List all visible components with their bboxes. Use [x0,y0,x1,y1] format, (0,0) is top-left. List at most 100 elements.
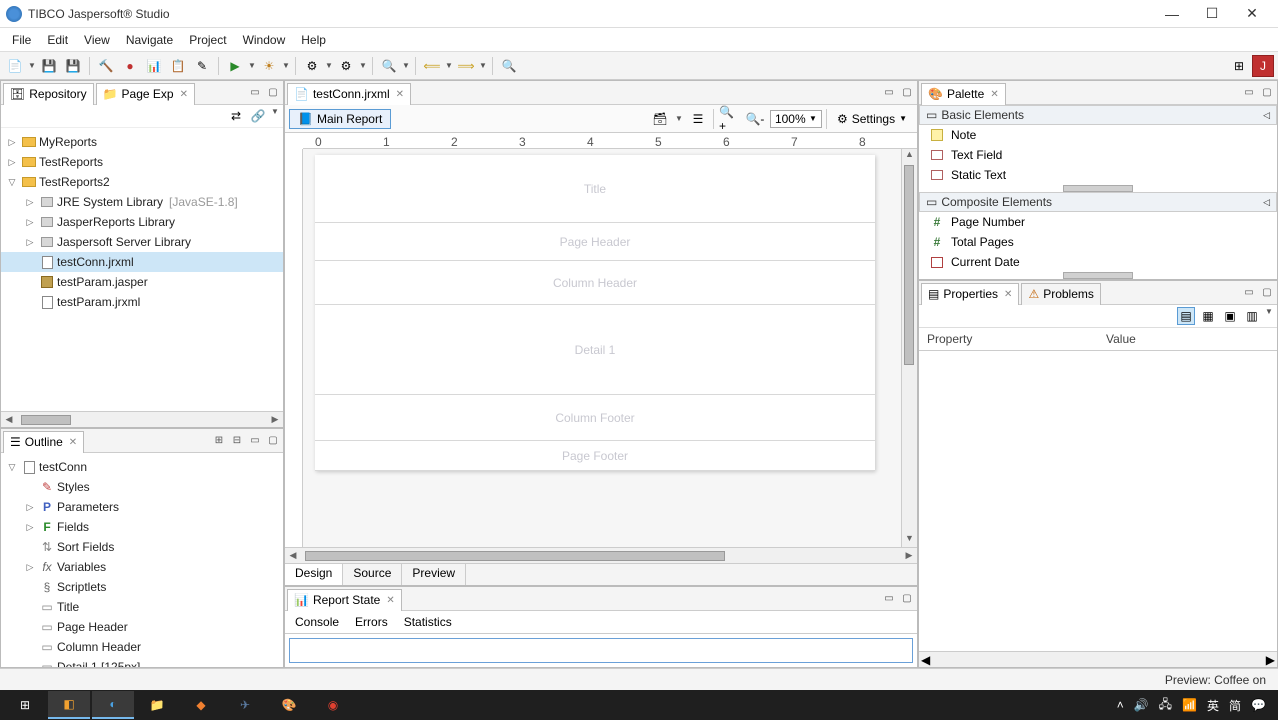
zoom-in-button[interactable]: 🔍+ [718,108,740,130]
band-page-footer[interactable]: Page Footer [315,441,875,471]
palette-section-composite[interactable]: ▭ Composite Elements ◁ [919,192,1277,212]
tree-row[interactable]: ▽TestReports2 [1,172,283,192]
perspective-open-button[interactable]: ⊞ [1228,55,1250,77]
twisty-icon[interactable]: ▷ [5,157,19,168]
menu-navigate[interactable]: Navigate [118,31,181,49]
minimize-panel-button[interactable]: ▭ [247,434,263,448]
menu-project[interactable]: Project [181,31,234,49]
tree-row[interactable]: ▷JasperReports Library [1,212,283,232]
run-dropdown-icon[interactable]: ▼ [248,61,256,70]
tray-wifi-icon[interactable]: 📶 [1182,698,1197,712]
task-app-1[interactable]: ◧ [48,691,90,719]
close-icon[interactable]: ✕ [180,89,188,100]
tree-row[interactable]: ▽testConn [1,457,283,477]
maximize-panel-button[interactable]: ▢ [265,86,281,100]
band-column-header[interactable]: Column Header [315,261,875,305]
collapse-icon[interactable]: ◁ [1263,110,1270,121]
minimize-button[interactable]: — [1152,3,1192,25]
build-button[interactable]: 🔨 [95,55,117,77]
start-button[interactable]: ⊞ [4,691,46,719]
palette-basic-scrollbar[interactable] [1063,185,1133,192]
tab-design[interactable]: Design [285,564,343,585]
twisty-icon[interactable]: ▷ [23,197,37,208]
new-dropdown-icon[interactable]: ▼ [28,61,36,70]
menu-file[interactable]: File [4,31,39,49]
close-icon[interactable]: ✕ [386,595,394,606]
editor-v-scrollbar[interactable]: ▲ ▼ [901,149,917,547]
scroll-left-icon[interactable]: ◀ [921,653,930,667]
repo-h-scrollbar[interactable]: ◀ ▶ [1,411,283,427]
scroll-right-icon[interactable]: ▶ [267,414,283,425]
twisty-icon[interactable]: ▷ [23,237,37,248]
main-report-tab[interactable]: 📘 Main Report [289,109,391,129]
perspective-report-button[interactable]: J [1252,55,1274,77]
outline-btn-a[interactable]: ⊞ [211,434,227,448]
menu-window[interactable]: Window [235,31,294,49]
tree-row[interactable]: ▭Title [1,597,283,617]
maximize-panel-button[interactable]: ▢ [1259,86,1275,100]
tray-volume-icon[interactable]: 🔊 [1134,698,1149,712]
tree-row[interactable]: ⇅Sort Fields [1,537,283,557]
props-btn-a[interactable]: ▤ [1177,307,1195,325]
view-menu-icon[interactable]: ▼ [1265,307,1273,325]
search-button[interactable]: 🔍 [378,55,400,77]
tab-report-state[interactable]: 📊 Report State ✕ [287,589,402,611]
zoom-out-button[interactable]: 🔍- [744,108,766,130]
task-app-2[interactable]: ◐ [92,691,134,719]
forward-dropdown-icon[interactable]: ▼ [479,61,487,70]
tree-row[interactable]: ▷Jaspersoft Server Library [1,232,283,252]
twisty-icon[interactable]: ▷ [23,522,37,533]
minimize-panel-button[interactable]: ▭ [881,592,897,606]
tab-problems[interactable]: ⚠ Problems [1021,283,1100,305]
zoom-select[interactable]: 100% ▼ [770,110,822,128]
close-button[interactable]: ✕ [1232,3,1272,25]
tab-properties[interactable]: ▤ Properties ✕ [921,283,1019,305]
forward-button[interactable]: ⟹ [455,55,477,77]
link-editor-button[interactable]: 🔗 [249,107,267,125]
search-dropdown-icon[interactable]: ▼ [402,61,410,70]
tree-row[interactable]: ▷MyReports [1,132,283,152]
maximize-panel-button[interactable]: ▢ [265,434,281,448]
minimize-panel-button[interactable]: ▭ [1241,86,1257,100]
settings-button[interactable]: ⚙ Settings ▼ [831,110,913,128]
minimize-panel-button[interactable]: ▭ [247,86,263,100]
tab-errors[interactable]: Errors [353,613,390,631]
options-button[interactable]: ☰ [687,108,709,130]
maximize-panel-button[interactable]: ▢ [1259,286,1275,300]
tree-row[interactable]: ▷TestReports [1,152,283,172]
props-btn-b[interactable]: ▦ [1199,307,1217,325]
menu-view[interactable]: View [76,31,118,49]
scroll-left-icon[interactable]: ◀ [285,550,301,561]
task-chrome[interactable]: ◉ [312,691,354,719]
palette-item-text-field[interactable]: Text Field [919,145,1277,165]
maximize-button[interactable]: ☐ [1192,3,1232,25]
scroll-left-icon[interactable]: ◀ [1,414,17,425]
edit-button[interactable]: ✎ [191,55,213,77]
minimize-panel-button[interactable]: ▭ [881,86,897,100]
task-app-4[interactable]: ✈ [224,691,266,719]
twisty-icon[interactable]: ▷ [23,562,37,573]
task-explorer[interactable]: 📁 [136,691,178,719]
scroll-right-icon[interactable]: ▶ [1266,653,1275,667]
tab-editor-file[interactable]: 📄 testConn.jrxml ✕ [287,83,411,105]
props-btn-c[interactable]: ▣ [1221,307,1239,325]
dataset-dropdown-icon[interactable]: ▼ [675,114,683,123]
close-icon[interactable]: ✕ [396,89,404,100]
close-icon[interactable]: ✕ [69,437,77,448]
menu-edit[interactable]: Edit [39,31,76,49]
tree-row[interactable]: ▷PParameters [1,497,283,517]
palette-item-static-text[interactable]: Static Text [919,165,1277,185]
maximize-panel-button[interactable]: ▢ [899,86,915,100]
scroll-thumb[interactable] [305,551,725,561]
tray-notifications-icon[interactable]: 💬 [1251,698,1266,712]
stop-button[interactable]: ● [119,55,141,77]
twisty-icon[interactable]: ▽ [5,177,19,188]
twisty-icon[interactable]: ▷ [23,502,37,513]
scroll-down-icon[interactable]: ▼ [902,533,917,547]
tab-statistics[interactable]: Statistics [402,613,454,631]
properties-h-scrollbar[interactable]: ◀ ▶ [919,651,1277,667]
scroll-right-icon[interactable]: ▶ [901,550,917,561]
zoom-button[interactable]: 🔍 [498,55,520,77]
palette-item-current-date[interactable]: Current Date [919,252,1277,272]
tree-row[interactable]: testParam.jasper [1,272,283,292]
